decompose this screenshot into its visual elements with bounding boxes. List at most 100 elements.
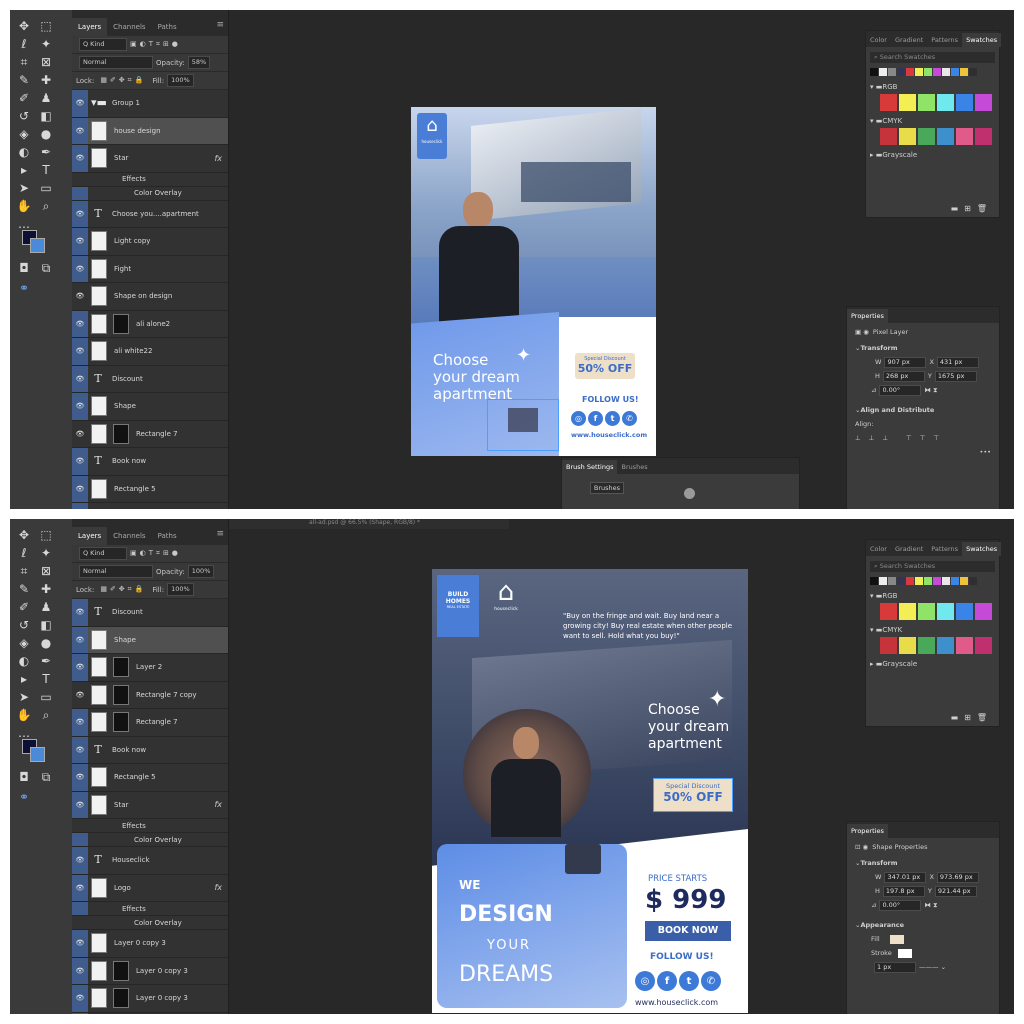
instagram-icon[interactable]: ◎ <box>571 411 586 426</box>
tab-patterns[interactable]: Patterns <box>927 542 962 556</box>
layer-row[interactable]: 👁▾▬Logo <box>72 1012 228 1014</box>
stroke-width-field[interactable]: 1 px <box>874 961 916 973</box>
y-field[interactable]: 1675 px <box>934 370 977 382</box>
x-field[interactable]: 973.69 px <box>936 871 979 883</box>
twitter-icon[interactable]: t <box>605 411 620 426</box>
layer-row[interactable]: 👁 Rectangle 7 <box>72 709 228 737</box>
layer-row[interactable]: 👁 Layer 0 copy 3 <box>72 985 228 1013</box>
y-field[interactable]: 921.44 px <box>934 885 977 897</box>
share-icon[interactable]: ⚭ <box>15 280 33 296</box>
blur-tool-icon[interactable]: ● <box>37 126 55 142</box>
layer-row[interactable]: 👁 T Discount <box>72 365 228 393</box>
color-swatch[interactable] <box>956 603 973 620</box>
search-swatches-input[interactable]: ⌕ Search Swatches <box>870 52 995 63</box>
instagram-icon[interactable]: ◎ <box>635 971 655 991</box>
visibility-eye-icon[interactable]: 👁 <box>72 228 88 255</box>
visibility-eye-icon[interactable]: 👁 <box>72 421 88 448</box>
color-swatch[interactable] <box>888 68 896 76</box>
color-swatch[interactable] <box>956 94 973 111</box>
fx-icon[interactable]: fx <box>214 883 222 892</box>
color-swatch[interactable] <box>951 68 959 76</box>
color-swatch[interactable] <box>888 577 896 585</box>
visibility-eye-icon[interactable]: 👁 <box>72 145 88 172</box>
frame-tool-icon[interactable]: ⊠ <box>37 54 55 70</box>
tab-patterns[interactable]: Patterns <box>927 33 962 47</box>
angle-field[interactable]: 0.00° <box>879 384 922 396</box>
visibility-eye-icon[interactable] <box>72 173 88 186</box>
visibility-eye-icon[interactable]: 👁 <box>72 791 88 818</box>
color-swatch[interactable] <box>956 128 973 145</box>
tab-gradient[interactable]: Gradient <box>891 542 927 556</box>
visibility-eye-icon[interactable]: 👁 <box>72 682 88 709</box>
layer-row[interactable]: 👁 house design <box>72 117 228 145</box>
color-swatch[interactable] <box>906 68 914 76</box>
layer-row[interactable]: 👁 Star fx <box>72 791 228 819</box>
color-swatch[interactable] <box>969 68 977 76</box>
recent-swatches[interactable] <box>866 577 999 589</box>
color-swatch[interactable] <box>915 68 923 76</box>
lasso-tool-icon[interactable]: ℓ <box>15 36 33 52</box>
layer-row[interactable]: 👁 Rectangle 5 <box>72 475 228 503</box>
eraser-icon[interactable]: ◧ <box>37 108 55 124</box>
layer-row[interactable]: 👁 Layer 2 <box>72 654 228 682</box>
visibility-eye-icon[interactable]: 👁 <box>72 957 88 984</box>
tab-channels[interactable]: Channels <box>107 18 151 36</box>
color-swatch[interactable] <box>918 637 935 654</box>
layer-row[interactable]: 👁 Rectangle 7 copy <box>72 682 228 709</box>
angle-field[interactable]: 0.00° <box>879 899 922 911</box>
fill-field[interactable]: 100% <box>167 583 194 596</box>
layer-effect-row[interactable]: Color Overlay <box>72 186 228 201</box>
stamp-tool-icon[interactable]: ♟ <box>37 90 55 106</box>
layer-effect-row[interactable]: Effects <box>72 819 228 833</box>
brush-tool-icon[interactable]: ✐ <box>15 599 33 615</box>
background-color-swatch[interactable] <box>30 238 45 253</box>
swatch-actions[interactable]: ▬⊞🗑 <box>951 204 993 213</box>
tab-color[interactable]: Color <box>866 33 891 47</box>
facebook-icon[interactable]: f <box>588 411 603 426</box>
color-swatch[interactable] <box>915 577 923 585</box>
layer-row[interactable]: 👁 Logo fx <box>72 874 228 902</box>
background-color-swatch[interactable] <box>30 747 45 762</box>
fill-color-swatch[interactable] <box>889 934 904 944</box>
search-swatches-input[interactable]: ⌕ Search Swatches <box>870 561 995 572</box>
move-tool-icon[interactable]: ✥ <box>15 18 33 34</box>
panel-menu-icon[interactable]: ≡ <box>216 529 224 539</box>
rgb-swatches[interactable] <box>866 603 999 623</box>
visibility-eye-icon[interactable]: 👁 <box>72 283 88 310</box>
visibility-eye-icon[interactable]: 👁 <box>72 393 88 420</box>
stroke-color-swatch[interactable] <box>897 948 912 958</box>
visibility-eye-icon[interactable]: 👁 <box>72 310 88 337</box>
healing-brush-icon[interactable]: ✚ <box>37 581 55 597</box>
poster-canvas[interactable]: ⌂ houseclick Choose your dream apartment… <box>411 107 656 456</box>
eraser-icon[interactable]: ◧ <box>37 617 55 633</box>
flip-icons[interactable]: ⧓ ⧗ <box>924 386 937 395</box>
visibility-eye-icon[interactable]: 👁 <box>72 448 88 475</box>
direct-select-icon[interactable]: ➤ <box>15 180 33 196</box>
tab-paths[interactable]: Paths <box>152 527 183 545</box>
book-now-button[interactable]: BOOK NOW <box>645 921 731 941</box>
healing-brush-icon[interactable]: ✚ <box>37 72 55 88</box>
layer-row[interactable]: 👁 T Discount <box>72 599 228 627</box>
type-tool-icon[interactable]: T <box>37 671 55 687</box>
stamp-tool-icon[interactable]: ♟ <box>37 599 55 615</box>
pen-tool-icon[interactable]: ✒ <box>37 653 55 669</box>
crop-tool-icon[interactable]: ⌗ <box>15 54 33 70</box>
zoom-tool-icon[interactable]: ⌕ <box>37 198 55 214</box>
color-swatch[interactable] <box>937 94 954 111</box>
width-field[interactable]: 347.01 px <box>884 871 927 883</box>
twitter-icon[interactable]: t <box>679 971 699 991</box>
visibility-eye-icon[interactable] <box>72 833 88 846</box>
rectangle-tool-icon[interactable]: ▭ <box>37 180 55 196</box>
hand-tool-icon[interactable]: ✋ <box>15 198 33 214</box>
direct-select-icon[interactable]: ➤ <box>15 689 33 705</box>
brushes-button[interactable]: Brushes <box>590 482 624 494</box>
color-swatch[interactable] <box>870 577 878 585</box>
tab-gradient[interactable]: Gradient <box>891 33 927 47</box>
visibility-eye-icon[interactable]: 👁 <box>72 599 88 626</box>
visibility-eye-icon[interactable]: 👁 <box>72 736 88 763</box>
color-swatch[interactable] <box>975 637 992 654</box>
frame-tool-icon[interactable]: ⊠ <box>37 563 55 579</box>
fx-icon[interactable]: fx <box>214 800 222 809</box>
lasso-tool-icon[interactable]: ℓ <box>15 545 33 561</box>
lock-icons[interactable]: ▦✐✥⌗🔒 <box>100 585 146 594</box>
